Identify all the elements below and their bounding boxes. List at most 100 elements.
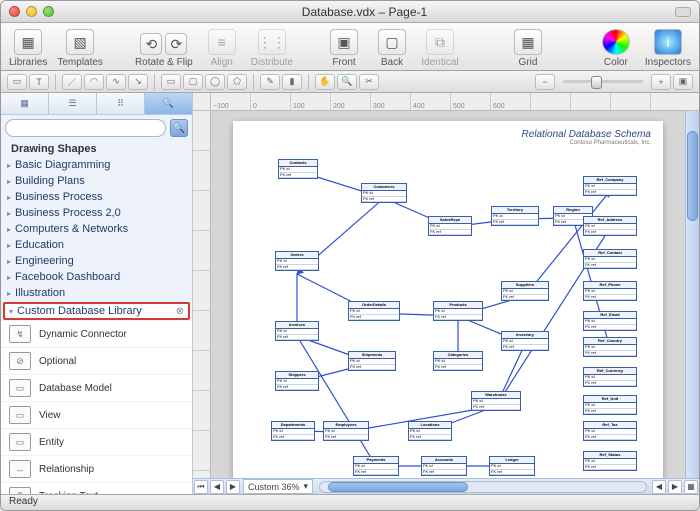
entity-box[interactable]: PaymentsPK idFK ref (353, 456, 399, 476)
entity-box[interactable]: ProductsPK idFK ref (433, 301, 483, 321)
entity-box[interactable]: Ref_CountryPK idFK ref (583, 337, 637, 357)
sidebar-tab-1[interactable]: ☰ (49, 93, 97, 114)
arc-tool[interactable]: ◠ (84, 74, 104, 90)
back-button[interactable]: ▢Back (373, 29, 411, 68)
entity-box[interactable]: LocationsPK idFK ref (408, 421, 452, 441)
category-item[interactable]: Facebook Dashboard (1, 269, 192, 285)
front-button[interactable]: ▣Front (325, 29, 363, 68)
close-library-icon[interactable]: ⊗ (176, 306, 184, 317)
entity-box[interactable]: CustomersPK idFK ref (361, 183, 407, 203)
entity-box[interactable]: AccountsPK idFK ref (421, 456, 467, 476)
entity-box[interactable]: ShipmentsPK idFK ref (348, 351, 396, 371)
grid-button[interactable]: ▦Grid (509, 29, 547, 68)
shape-list: ↯Dynamic Connector⊘Optional▭Database Mod… (1, 321, 192, 494)
entity-box[interactable]: InvoicesPK idFK ref (275, 321, 319, 341)
minimize-window-button[interactable] (26, 6, 37, 17)
tools-toolbar: ▭ T ／ ◠ ∿ ↘ ▭ ▢ ◯ ⬠ ✎ ▮ ✋ 🔍 ✂ − + ▣ (1, 71, 699, 93)
entity-box[interactable]: Ref_TaxPK idFK ref (583, 421, 637, 441)
entity-box[interactable]: ShippersPK idFK ref (275, 371, 319, 391)
rect-tool[interactable]: ▭ (161, 74, 181, 90)
entity-box[interactable]: CategoriesPK idFK ref (433, 351, 483, 371)
color-button[interactable]: Color (597, 29, 635, 68)
entity-box[interactable]: Ref_AddressPK idFK ref (583, 216, 637, 236)
category-item[interactable]: Basic Diagramming (1, 157, 192, 173)
entity-box[interactable]: Ref_ContactPK idFK ref (583, 249, 637, 269)
scroll-right-button[interactable]: ▶ (668, 480, 682, 494)
entity-box[interactable]: LedgerPK idFK ref (489, 456, 535, 476)
category-item[interactable]: Business Process 2,0 (1, 205, 192, 221)
zoom-window-button[interactable] (43, 6, 54, 17)
shape-item[interactable]: ⊘Optional (1, 348, 192, 375)
sidebar-tab-3[interactable]: 🔍 (145, 93, 192, 114)
entity-box[interactable]: DepartmentsPK idFK ref (271, 421, 315, 441)
connector-tool[interactable]: ↘ (128, 74, 148, 90)
vertical-scrollbar[interactable] (685, 111, 699, 478)
category-item[interactable]: Business Process (1, 189, 192, 205)
entity-box[interactable]: Ref_StatusPK idFK ref (583, 451, 637, 471)
text-tool[interactable]: T (29, 74, 49, 90)
shape-item[interactable]: ↯Dynamic Connector (1, 321, 192, 348)
category-item[interactable]: Engineering (1, 253, 192, 269)
zoom-out-button[interactable]: − (535, 74, 555, 90)
close-window-button[interactable] (9, 6, 20, 17)
entity-box[interactable]: Ref_PhonePK idFK ref (583, 281, 637, 301)
distribute-button[interactable]: ⋮⋮Distribute (251, 29, 293, 68)
prev-page-button[interactable]: ◀ (210, 480, 224, 494)
entity-box[interactable]: OrderDetailsPK idFK ref (348, 301, 400, 321)
search-icon[interactable]: 🔍 (170, 119, 188, 137)
entity-box[interactable]: Ref_CurrencyPK idFK ref (583, 367, 637, 387)
entity-box[interactable]: Ref_CompanyPK idFK ref (583, 176, 637, 196)
horizontal-scrollbar[interactable] (319, 481, 647, 493)
dropper-tool[interactable]: ✎ (260, 74, 280, 90)
sidebar-tab-2[interactable]: ⠿ (97, 93, 145, 114)
shape-item[interactable]: ▭View (1, 402, 192, 429)
zoom-tool[interactable]: 🔍 (337, 74, 357, 90)
fit-button[interactable]: ▣ (673, 74, 693, 90)
spline-tool[interactable]: ∿ (106, 74, 126, 90)
zoom-in-button[interactable]: + (651, 74, 671, 90)
sidebar-tab-0[interactable]: ▦ (1, 93, 49, 114)
polygon-tool[interactable]: ⬠ (227, 74, 247, 90)
first-page-button[interactable]: ⏮ (194, 480, 208, 494)
ellipse-tool[interactable]: ◯ (205, 74, 225, 90)
roundrect-tool[interactable]: ▢ (183, 74, 203, 90)
rotate-flip-button[interactable]: ⟲⟳Rotate & Flip (135, 33, 193, 68)
next-page-button[interactable]: ▶ (226, 480, 240, 494)
library-search-input[interactable] (5, 119, 166, 137)
category-item[interactable]: Illustration (1, 285, 192, 301)
entity-box[interactable]: SalesRepsPK idFK ref (428, 216, 472, 236)
entity-box[interactable]: EmployeesPK idFK ref (323, 421, 369, 441)
identical-button[interactable]: ⧉Identical (421, 29, 459, 68)
category-item[interactable]: Computers & Networks (1, 221, 192, 237)
inspectors-button[interactable]: iInspectors (645, 29, 691, 68)
shape-item[interactable]: ▭Database Model (1, 375, 192, 402)
align-button[interactable]: ≡Align (203, 29, 241, 68)
bucket-tool[interactable]: ▮ (282, 74, 302, 90)
templates-button[interactable]: ▧Templates (57, 29, 103, 68)
scroll-left-button[interactable]: ◀ (652, 480, 666, 494)
category-item[interactable]: Education (1, 237, 192, 253)
shape-item[interactable]: ▭Entity (1, 429, 192, 456)
entity-box[interactable]: TerritoryPK idFK ref (491, 206, 539, 226)
shape-item[interactable]: ↔Relationship (1, 456, 192, 483)
category-custom-database[interactable]: Custom Database Library ⊗ (3, 302, 190, 320)
entity-box[interactable]: SuppliersPK idFK ref (501, 281, 549, 301)
category-item[interactable]: Building Plans (1, 173, 192, 189)
canvas[interactable]: Relational Database Schema Contoso Pharm… (211, 111, 685, 478)
libraries-button[interactable]: ▦Libraries (9, 29, 47, 68)
entity-box[interactable]: Ref_EmailPK idFK ref (583, 311, 637, 331)
entity-box[interactable]: InventoryPK idFK ref (501, 331, 549, 351)
select-tool[interactable]: ▭ (7, 74, 27, 90)
crop-tool[interactable]: ✂ (359, 74, 379, 90)
entity-box[interactable]: ContactsPK idFK ref (278, 159, 318, 179)
entity-box[interactable]: WarehousePK idFK ref (471, 391, 521, 411)
toolbar-toggle-button[interactable] (675, 7, 691, 17)
entity-box[interactable]: OrdersPK idFK ref (275, 251, 319, 271)
zoom-indicator[interactable]: Custom 36%▾ (243, 479, 313, 494)
page-grid-button[interactable]: ▦ (684, 480, 698, 494)
line-tool[interactable]: ／ (62, 74, 82, 90)
zoom-slider[interactable] (563, 80, 643, 83)
entity-box[interactable]: Ref_UnitPK idFK ref (583, 395, 637, 415)
hand-tool[interactable]: ✋ (315, 74, 335, 90)
shape-item[interactable]: TTracking Text (1, 483, 192, 494)
